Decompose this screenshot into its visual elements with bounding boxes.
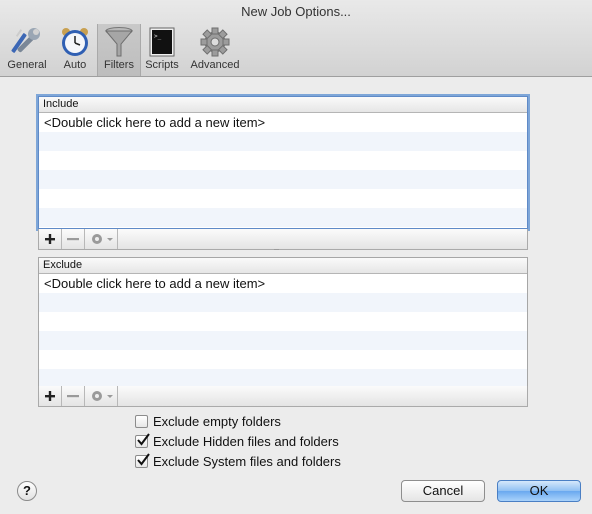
list-item: [39, 208, 527, 227]
list-item: [39, 189, 527, 208]
svg-text:>_: >_: [154, 33, 162, 40]
list-item: [39, 170, 527, 189]
toolbar-scripts[interactable]: >_ Scripts: [141, 24, 183, 76]
exclude-list[interactable]: Exclude <Double click here to add a new …: [38, 257, 528, 388]
minus-icon: [67, 238, 79, 241]
include-button-bar: [38, 229, 528, 250]
toolbar-filters-label: Filters: [104, 59, 134, 71]
toolbar-auto[interactable]: Auto: [54, 24, 96, 76]
plus-icon: [45, 391, 55, 401]
include-rows: <Double click here to add a new item>: [39, 113, 527, 227]
toolbar-advanced-label: Advanced: [190, 59, 240, 71]
plus-icon: [45, 234, 55, 244]
toolbar-auto-label: Auto: [63, 59, 87, 71]
exclude-remove-button[interactable]: [62, 386, 85, 406]
gear-dropdown-icon: [92, 234, 113, 244]
exclude-placeholder-row[interactable]: <Double click here to add a new item>: [39, 274, 527, 293]
terminal-icon: >_: [148, 26, 176, 61]
checkmark-icon: [137, 453, 150, 466]
list-item: [39, 331, 527, 350]
alarm-clock-icon: [59, 26, 91, 61]
exclude-system-files-label: Exclude System files and folders: [153, 454, 341, 469]
ok-button[interactable]: OK: [497, 480, 581, 502]
window-title: New Job Options...: [241, 4, 351, 19]
list-item: [39, 132, 527, 151]
exclude-rows: <Double click here to add a new item>: [39, 274, 527, 388]
include-placeholder-row[interactable]: <Double click here to add a new item>: [39, 113, 527, 132]
exclude-header: Exclude: [39, 258, 527, 274]
exclude-add-button[interactable]: [39, 386, 62, 406]
exclude-button-bar: [38, 386, 528, 407]
include-header: Include: [39, 97, 527, 113]
toolbar-general[interactable]: General: [2, 24, 52, 76]
toolbar-scripts-label: Scripts: [145, 59, 179, 71]
gear-dropdown-icon: [92, 391, 113, 401]
include-add-button[interactable]: [39, 229, 62, 249]
cancel-button[interactable]: Cancel: [401, 480, 485, 502]
list-item: [39, 151, 527, 170]
exclude-empty-folders-checkbox[interactable]: [135, 415, 148, 428]
include-remove-button[interactable]: [62, 229, 85, 249]
exclude-system-files-checkbox[interactable]: [135, 453, 150, 468]
include-list[interactable]: Include <Double click here to add a new …: [38, 96, 528, 229]
split-resize-handle[interactable]: [274, 248, 279, 251]
toolbar-advanced[interactable]: Advanced: [186, 24, 244, 76]
minus-icon: [67, 395, 79, 398]
exclude-hidden-files-checkbox[interactable]: [135, 433, 150, 448]
include-action-button[interactable]: [85, 229, 118, 249]
list-item: [39, 350, 527, 369]
checkmark-icon: [137, 433, 150, 446]
funnel-icon: [104, 26, 134, 61]
exclude-empty-folders-label: Exclude empty folders: [153, 414, 281, 429]
help-button[interactable]: ?: [17, 481, 37, 501]
window-titlebar: New Job Options... General Auto Filters …: [0, 0, 592, 77]
exclude-action-button[interactable]: [85, 386, 118, 406]
exclude-hidden-files-label: Exclude Hidden files and folders: [153, 434, 339, 449]
toolbar-general-label: General: [7, 59, 47, 71]
wrench-screwdriver-icon: [10, 26, 44, 61]
gear-icon: [200, 26, 230, 61]
list-item: [39, 293, 527, 312]
list-item: [39, 312, 527, 331]
toolbar-filters[interactable]: Filters: [97, 24, 141, 76]
